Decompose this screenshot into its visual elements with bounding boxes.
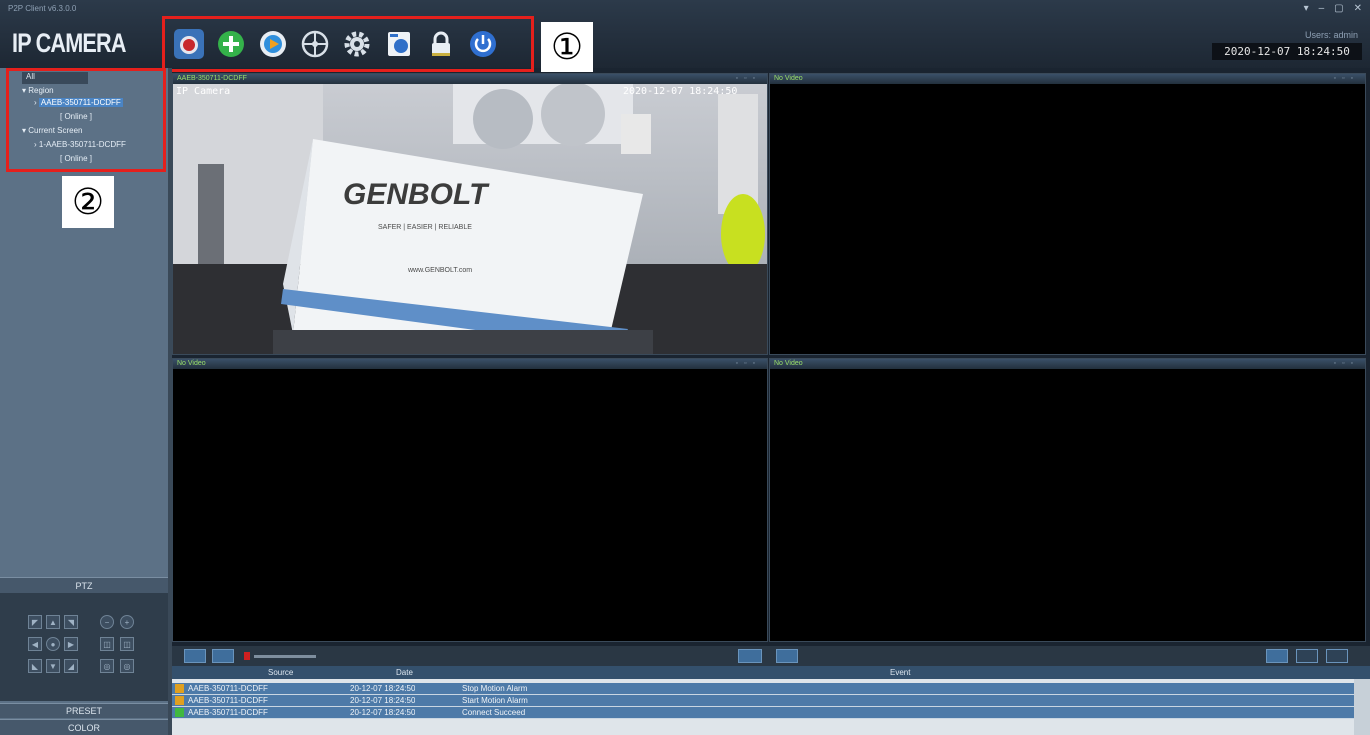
- feed-osd-time: 2020-12-07 18:24:50: [623, 86, 737, 97]
- ptz-down-button[interactable]: ▼: [46, 659, 60, 673]
- ptz-focus-near-button[interactable]: ◫: [100, 637, 114, 651]
- ptz-focus-far-button[interactable]: ◫: [120, 637, 134, 651]
- app-logo: IP CAMERA: [12, 28, 126, 58]
- video-pane-1[interactable]: AAEB-350711-DCDFF ▫▫▫ GENBOLT SAFER | EA…: [172, 73, 768, 355]
- video-pane-2[interactable]: No Video ▫▫▫: [769, 73, 1366, 355]
- event-source: AAEB-350711-DCDFF: [188, 696, 268, 705]
- maximize-icon[interactable]: ▢: [1334, 3, 1343, 14]
- toolbar-annotation-label: ①: [541, 22, 593, 72]
- ptz-down-left-button[interactable]: ◣: [28, 659, 42, 673]
- event-date: 20-12-07 18:24:50: [350, 696, 416, 705]
- video-control-bar: [172, 646, 1370, 666]
- menu-icon[interactable]: ▾: [1304, 3, 1309, 14]
- talk-button[interactable]: [212, 649, 234, 663]
- ptz-center-button[interactable]: ●: [46, 637, 60, 651]
- volume-slider[interactable]: [254, 655, 316, 658]
- ptz-control-pad: ◤ ▲ ◥ ◀ ● ▶ ◣ ▼ ◢ − + ◫ ◫ ◎ ◎: [0, 593, 168, 701]
- video-pane-4[interactable]: No Video ▫▫▫: [769, 358, 1366, 642]
- record-indicator-icon: [244, 652, 250, 660]
- ptz-section-header[interactable]: PTZ: [0, 577, 168, 593]
- sidebar-annotation-label: ②: [62, 176, 114, 228]
- event-text: Stop Motion Alarm: [462, 684, 528, 693]
- pane-title: No Video: [770, 359, 1365, 369]
- color-section-header[interactable]: COLOR: [0, 719, 168, 735]
- pane-title: AAEB-350711-DCDFF: [173, 74, 767, 84]
- warning-icon: [175, 696, 184, 705]
- pane-controls[interactable]: ▫▫▫: [1334, 74, 1359, 84]
- pane-title: No Video: [770, 74, 1365, 84]
- layout-grid-button[interactable]: [1266, 649, 1288, 663]
- preset-section-header[interactable]: PRESET: [0, 703, 168, 718]
- video-pane-3[interactable]: No Video ▫▫▫: [172, 358, 768, 642]
- event-source: AAEB-350711-DCDFF: [188, 684, 268, 693]
- ptz-zoom-in-button[interactable]: +: [120, 615, 134, 629]
- fullscreen-button[interactable]: [1326, 649, 1348, 663]
- event-log-scrollbar[interactable]: [1354, 679, 1370, 735]
- event-log-header: Source Date Event: [172, 666, 1370, 679]
- pane-title: No Video: [173, 359, 767, 369]
- event-source: AAEB-350711-DCDFF: [188, 708, 268, 717]
- sidebar-annotation-box: [6, 68, 166, 172]
- event-row[interactable]: AAEB-350711-DCDFF 20-12-07 18:24:50 Stop…: [172, 683, 1354, 695]
- success-icon: [175, 708, 184, 717]
- event-row[interactable]: AAEB-350711-DCDFF 20-12-07 18:24:50 Star…: [172, 695, 1354, 707]
- ptz-down-right-button[interactable]: ◢: [64, 659, 78, 673]
- ptz-iris-close-button[interactable]: ◎: [100, 659, 114, 673]
- event-date: 20-12-07 18:24:50: [350, 708, 416, 717]
- event-text: Start Motion Alarm: [462, 696, 528, 705]
- ptz-left-button[interactable]: ◀: [28, 637, 42, 651]
- window-title: P2P Client v6.3.0.0: [8, 4, 77, 13]
- camera-feed-image: GENBOLT SAFER | EASIER | RELIABLE www.GE…: [173, 84, 767, 354]
- column-event[interactable]: Event: [890, 668, 910, 677]
- toolbar-annotation-box: [162, 16, 534, 72]
- ptz-right-button[interactable]: ▶: [64, 637, 78, 651]
- pane-controls[interactable]: ▫▫▫: [736, 359, 761, 369]
- snapshot-button[interactable]: [184, 649, 206, 663]
- ptz-zoom-out-button[interactable]: −: [100, 615, 114, 629]
- event-date: 20-12-07 18:24:50: [350, 684, 416, 693]
- warning-icon: [175, 684, 184, 693]
- feed-brand-url: www.GENBOLT.com: [407, 267, 472, 274]
- close-icon[interactable]: ✕: [1354, 3, 1362, 14]
- ptz-up-button[interactable]: ▲: [46, 615, 60, 629]
- feed-brand-tagline: SAFER | EASIER | RELIABLE: [378, 224, 472, 231]
- ptz-up-left-button[interactable]: ◤: [28, 615, 42, 629]
- feed-osd-name: IP Camera: [176, 86, 230, 97]
- feed-brand-text: GENBOLT: [343, 178, 490, 211]
- column-source[interactable]: Source: [268, 668, 293, 677]
- window-controls: ▾ – ▢ ✕: [1304, 3, 1362, 14]
- clock-display: 2020-12-07 18:24:50: [1212, 43, 1362, 60]
- ptz-iris-open-button[interactable]: ◎: [120, 659, 134, 673]
- ptz-up-right-button[interactable]: ◥: [64, 615, 78, 629]
- column-date[interactable]: Date: [396, 668, 413, 677]
- pane-controls[interactable]: ▫▫▫: [1334, 359, 1359, 369]
- layout-options-button[interactable]: [1296, 649, 1318, 663]
- pane-controls[interactable]: ▫▫▫: [736, 74, 761, 84]
- next-page-button[interactable]: [776, 649, 798, 663]
- previous-page-button[interactable]: [738, 649, 762, 663]
- user-label: Users: admin: [1304, 30, 1358, 40]
- minimize-icon[interactable]: –: [1319, 3, 1325, 14]
- event-row[interactable]: AAEB-350711-DCDFF 20-12-07 18:24:50 Conn…: [172, 707, 1354, 719]
- event-text: Connect Succeed: [462, 708, 526, 717]
